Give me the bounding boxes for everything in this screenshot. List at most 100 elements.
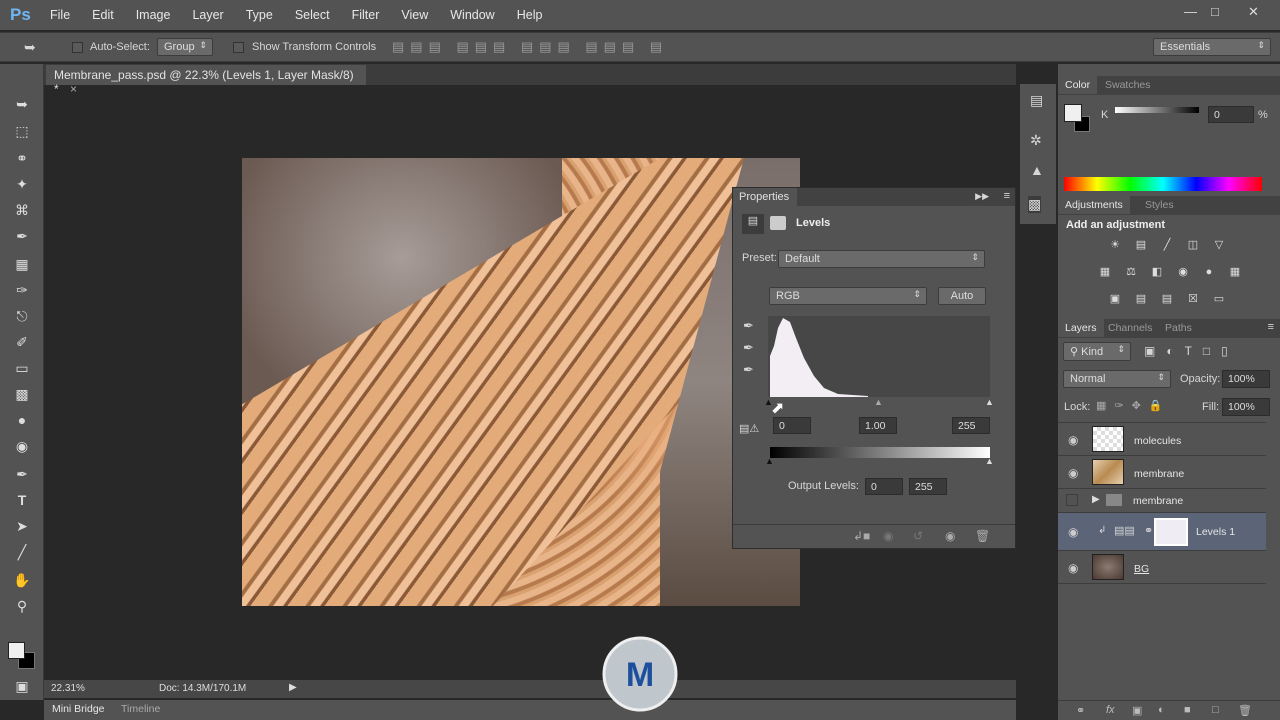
tab-timeline[interactable]: Timeline xyxy=(121,703,160,715)
menu-layer[interactable]: Layer xyxy=(192,8,223,22)
input-gamma-field[interactable]: 1.00 xyxy=(859,417,897,434)
move-tool-icon[interactable]: ➥ xyxy=(24,39,36,56)
vibrance-icon[interactable]: ▽ xyxy=(1211,238,1227,252)
foreground-color-swatch[interactable] xyxy=(8,642,25,659)
input-black-field[interactable]: 0 xyxy=(773,417,811,434)
k-slider[interactable] xyxy=(1115,107,1199,113)
history-icon[interactable]: ▤ xyxy=(1030,92,1043,109)
brush-presets-icon[interactable]: ✲ xyxy=(1030,132,1042,149)
collapse-icon[interactable]: ▶▶ xyxy=(975,191,989,202)
tab-paths[interactable]: Paths xyxy=(1158,319,1199,337)
menu-edit[interactable]: Edit xyxy=(92,8,114,22)
eye-icon[interactable]: ◉ xyxy=(1068,561,1078,575)
input-white-slider[interactable]: ▲ xyxy=(985,397,994,407)
zoom-level[interactable]: 22.31% xyxy=(51,683,85,694)
k-value-field[interactable]: 0 xyxy=(1208,106,1254,123)
visibility-icon[interactable]: ◉ xyxy=(945,529,955,543)
layer-mask-thumbnail[interactable] xyxy=(1154,518,1188,546)
properties-tab[interactable]: Properties xyxy=(733,188,797,206)
input-gamma-slider[interactable]: ▲ xyxy=(874,397,883,407)
gradient-map-icon[interactable]: ▭ xyxy=(1211,292,1227,306)
clipping-warning-icon[interactable]: ▤⚠ xyxy=(739,422,759,435)
expand-arrow-icon[interactable]: ▶ xyxy=(1092,494,1100,505)
layer-row-selected[interactable]: ◉ ↲ ▤▤ ⚭ Levels 1 xyxy=(1058,513,1266,551)
blend-mode-dropdown[interactable]: Normal ⇕ xyxy=(1063,370,1171,388)
link-layers-icon[interactable]: ⚭ xyxy=(1076,704,1085,717)
tab-adjustments[interactable]: Adjustments xyxy=(1058,196,1130,214)
new-adjustment-icon[interactable]: ◐ xyxy=(1158,704,1165,716)
levels-icon[interactable]: ▤ xyxy=(742,214,764,234)
posterize-icon[interactable]: ▤ xyxy=(1133,292,1149,306)
mask-icon[interactable] xyxy=(770,216,786,230)
tab-channels[interactable]: Channels xyxy=(1101,319,1159,337)
gradient-tool-icon[interactable]: ▩ xyxy=(12,384,32,404)
layer-row[interactable]: ◉ molecules xyxy=(1058,423,1266,456)
layer-group-row[interactable]: ▶ membrane xyxy=(1058,489,1266,513)
reset-icon[interactable]: ↺ xyxy=(913,529,923,543)
close-tab-icon[interactable]: × xyxy=(70,82,77,96)
quick-mask-icon[interactable]: ▣ xyxy=(12,676,32,696)
levels-adj-icon[interactable]: ▤ xyxy=(1133,238,1149,252)
menu-image[interactable]: Image xyxy=(136,8,171,22)
photo-filter-icon[interactable]: ◉ xyxy=(1175,265,1191,279)
fx-icon[interactable]: fx xyxy=(1106,704,1115,716)
line-tool-icon[interactable]: ╱ xyxy=(12,542,32,562)
output-white-field[interactable]: 255 xyxy=(909,478,947,495)
black-point-eyedropper-icon[interactable]: ✒ xyxy=(743,318,754,334)
tab-color[interactable]: Color xyxy=(1058,76,1098,94)
document-image[interactable] xyxy=(242,158,800,606)
delete-icon[interactable]: 🗑 xyxy=(975,529,990,543)
auto-select-checkbox[interactable] xyxy=(72,41,83,53)
status-menu-arrow-icon[interactable]: ▶ xyxy=(289,682,297,693)
view-previous-icon[interactable]: ◉ xyxy=(883,529,893,543)
channel-dropdown[interactable]: RGB ⇕ xyxy=(769,287,927,305)
tab-swatches[interactable]: Swatches xyxy=(1098,76,1158,94)
clip-to-layer-icon[interactable]: ↲■ xyxy=(853,529,870,543)
output-black-field[interactable]: 0 xyxy=(865,478,903,495)
bw-icon[interactable]: ◧ xyxy=(1149,265,1165,279)
close-icon[interactable]: ✕ xyxy=(1248,4,1259,20)
move-tool-icon[interactable]: ➥ xyxy=(12,94,32,114)
tab-styles[interactable]: Styles xyxy=(1138,196,1181,214)
menu-filter[interactable]: Filter xyxy=(352,8,380,22)
transform-controls-checkbox[interactable] xyxy=(233,41,244,53)
brightness-icon[interactable]: ☀ xyxy=(1107,238,1123,252)
document-tab[interactable]: Membrane_pass.psd @ 22.3% (Levels 1, Lay… xyxy=(46,65,366,96)
new-layer-icon[interactable]: □ xyxy=(1212,704,1219,716)
invert-icon[interactable]: ▣ xyxy=(1107,292,1123,306)
white-point-eyedropper-icon[interactable]: ✒ xyxy=(743,362,754,378)
color-spectrum[interactable] xyxy=(1064,177,1262,191)
link-icon[interactable]: ⚭ xyxy=(1144,524,1153,537)
fill-field[interactable]: 100% xyxy=(1222,398,1270,416)
color-lookup-icon[interactable]: ▦ xyxy=(1227,265,1243,279)
dodge-tool-icon[interactable]: ◉ xyxy=(12,436,32,456)
eraser-tool-icon[interactable]: ▭ xyxy=(12,358,32,378)
menu-select[interactable]: Select xyxy=(295,8,330,22)
menu-window[interactable]: Window xyxy=(450,8,494,22)
panel-menu-icon[interactable]: ≡ xyxy=(1004,190,1010,202)
threshold-icon[interactable]: ▤ xyxy=(1159,292,1175,306)
path-selection-icon[interactable]: ➤ xyxy=(12,516,32,536)
layer-row[interactable]: ◉ membrane xyxy=(1058,456,1266,489)
pen-tool-icon[interactable]: ✒ xyxy=(12,464,32,484)
properties-panel-icon[interactable]: ▩ xyxy=(1028,196,1042,213)
auto-select-dropdown[interactable]: Group ⇕ xyxy=(157,38,213,56)
tab-mini-bridge[interactable]: Mini Bridge xyxy=(52,703,105,715)
maximize-icon[interactable]: □ xyxy=(1211,4,1219,19)
layer-filter-dropdown[interactable]: ⚲ Kind ⇕ xyxy=(1063,342,1131,361)
new-group-icon[interactable]: ■ xyxy=(1184,704,1191,716)
menu-file[interactable]: File xyxy=(50,8,70,22)
gray-point-eyedropper-icon[interactable]: ✒ xyxy=(743,340,754,356)
layer-row[interactable]: ◉ BG xyxy=(1058,551,1266,584)
align-icons[interactable]: ▤▤▤ ▤▤▤ ▤▤▤ ▤▤▤ ▤ xyxy=(392,39,668,55)
crop-tool-icon[interactable]: ⌘ xyxy=(12,200,32,220)
channel-mixer-icon[interactable]: ● xyxy=(1201,266,1217,280)
menu-view[interactable]: View xyxy=(401,8,428,22)
filter-icons[interactable]: ▣◐T□▯ xyxy=(1144,344,1239,358)
eye-icon[interactable]: ◉ xyxy=(1068,466,1078,480)
tab-layers[interactable]: Layers xyxy=(1058,319,1104,337)
histogram-panel-icon[interactable]: ▲ xyxy=(1030,162,1044,178)
minimize-icon[interactable]: — xyxy=(1184,4,1197,19)
stamp-tool-icon[interactable]: ⎋ xyxy=(12,306,32,326)
color-foreground-swatch[interactable] xyxy=(1064,104,1082,122)
